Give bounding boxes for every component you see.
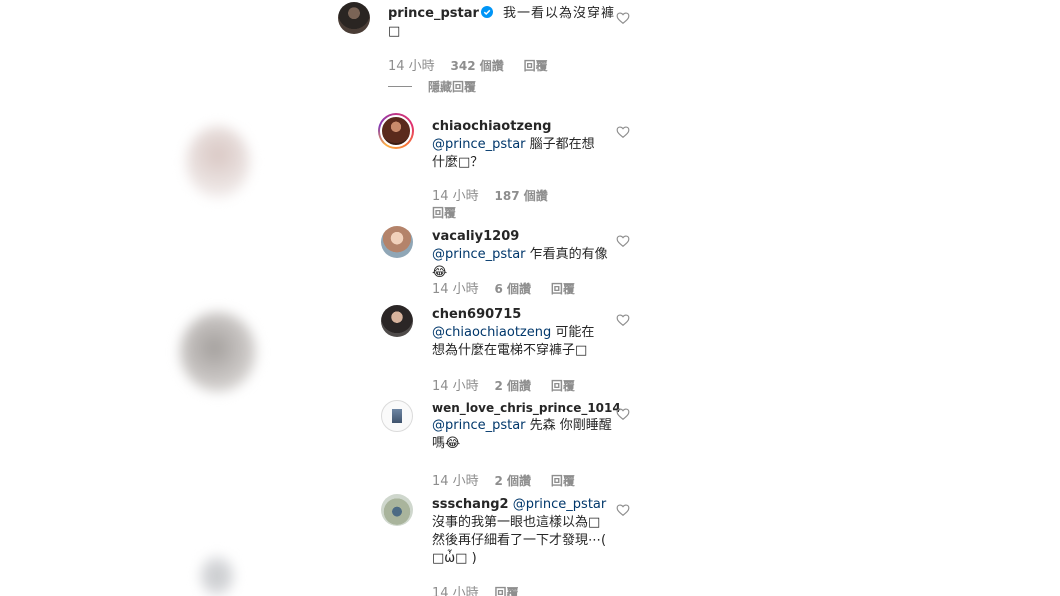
avatar[interactable] bbox=[338, 2, 370, 34]
hide-replies-label[interactable]: 隱藏回覆 bbox=[428, 78, 476, 95]
avatar[interactable] bbox=[378, 113, 414, 149]
comment-meta: 14 小時 回覆 bbox=[432, 582, 632, 596]
like-count[interactable]: 2 個讚 bbox=[495, 474, 532, 488]
comment-meta: 14 小時 187 個讚 回覆 bbox=[432, 188, 582, 221]
like-count[interactable]: 342 個讚 bbox=[451, 59, 504, 73]
avatar[interactable] bbox=[381, 226, 413, 258]
username[interactable]: vacaliy1209 bbox=[432, 229, 519, 244]
like-count[interactable]: 6 個讚 bbox=[495, 282, 532, 296]
comment-body: ssschang2 @prince_pstar 沒事的我第一眼也這樣以為□然後再… bbox=[432, 496, 608, 568]
comment-body: vacaliy1209 @prince_pstar 乍看真的有像😂 bbox=[432, 228, 608, 282]
comment-body: chiaochiaotzeng @prince_pstar 腦子都在想什麼□？ bbox=[432, 119, 604, 172]
heart-outline-icon[interactable] bbox=[616, 503, 630, 517]
username[interactable]: chen690715 bbox=[432, 307, 604, 322]
blurred-background-shape bbox=[200, 556, 234, 596]
comment-thread: prince_pstar 我一看以為沒穿褲□ 14 小時 342 個讚 回覆 隱… bbox=[336, 0, 642, 596]
username[interactable]: ssschang2 bbox=[432, 497, 509, 512]
comment-body: chen690715 @chiaochiaotzeng 可能在想為什麼在電梯不穿… bbox=[432, 307, 604, 360]
comment-meta: 14 小時 2 個讚 回覆 bbox=[432, 470, 632, 489]
username[interactable]: chiaochiaotzeng bbox=[432, 119, 604, 134]
blurred-background-shape bbox=[180, 312, 256, 392]
comment-meta: 14 小時 342 個讚 回覆 bbox=[388, 55, 638, 74]
hide-replies-button[interactable]: 隱藏回覆 bbox=[388, 78, 638, 95]
avatar[interactable] bbox=[381, 305, 413, 337]
mention-link[interactable]: @prince_pstar bbox=[432, 418, 526, 433]
comment-time: 14 小時 bbox=[432, 379, 479, 394]
reply-button[interactable]: 回覆 bbox=[495, 586, 519, 596]
avatar[interactable] bbox=[381, 494, 413, 526]
comment-body: prince_pstar 我一看以為沒穿褲□ bbox=[388, 5, 618, 41]
heart-outline-icon[interactable] bbox=[616, 313, 630, 327]
comment-time: 14 小時 bbox=[432, 282, 479, 297]
mention-link[interactable]: @chiaochiaotzeng bbox=[432, 325, 551, 340]
verified-badge-icon bbox=[480, 6, 493, 18]
comment-time: 14 小時 bbox=[432, 189, 479, 204]
username[interactable]: wen_love_chris_prince_1014 bbox=[432, 401, 621, 415]
username[interactable]: prince_pstar bbox=[388, 6, 479, 21]
blurred-background-shape bbox=[186, 126, 250, 198]
heart-outline-icon[interactable] bbox=[616, 125, 630, 139]
comment-text: 沒事的我第一眼也這樣以為□然後再仔細看了一下才發現⋯( □ὦ□ ) bbox=[432, 515, 607, 566]
comment-time: 14 小時 bbox=[432, 474, 479, 489]
reply-button[interactable]: 回覆 bbox=[551, 282, 575, 296]
avatar[interactable] bbox=[381, 400, 413, 432]
reply-button[interactable]: 回覆 bbox=[524, 59, 548, 73]
reply-button[interactable]: 回覆 bbox=[551, 379, 575, 393]
comment-body: wen_love_chris_prince_1014 @prince_pstar… bbox=[432, 401, 621, 453]
mention-link[interactable]: @prince_pstar bbox=[432, 137, 526, 152]
heart-outline-icon[interactable] bbox=[616, 11, 630, 25]
comment-time: 14 小時 bbox=[388, 59, 435, 74]
like-count[interactable]: 187 個讚 bbox=[495, 189, 548, 203]
mention-link[interactable]: @prince_pstar bbox=[513, 497, 607, 512]
comment-time: 14 小時 bbox=[432, 586, 479, 596]
comment-meta: 14 小時 6 個讚 回覆 bbox=[432, 278, 632, 297]
mention-link[interactable]: @prince_pstar bbox=[432, 247, 526, 262]
reply-button[interactable]: 回覆 bbox=[432, 206, 456, 220]
divider bbox=[388, 86, 412, 87]
like-count[interactable]: 2 個讚 bbox=[495, 379, 532, 393]
comment-meta: 14 小時 2 個讚 回覆 bbox=[432, 375, 632, 394]
heart-outline-icon[interactable] bbox=[616, 234, 630, 248]
heart-outline-icon[interactable] bbox=[616, 407, 630, 421]
reply-button[interactable]: 回覆 bbox=[551, 474, 575, 488]
